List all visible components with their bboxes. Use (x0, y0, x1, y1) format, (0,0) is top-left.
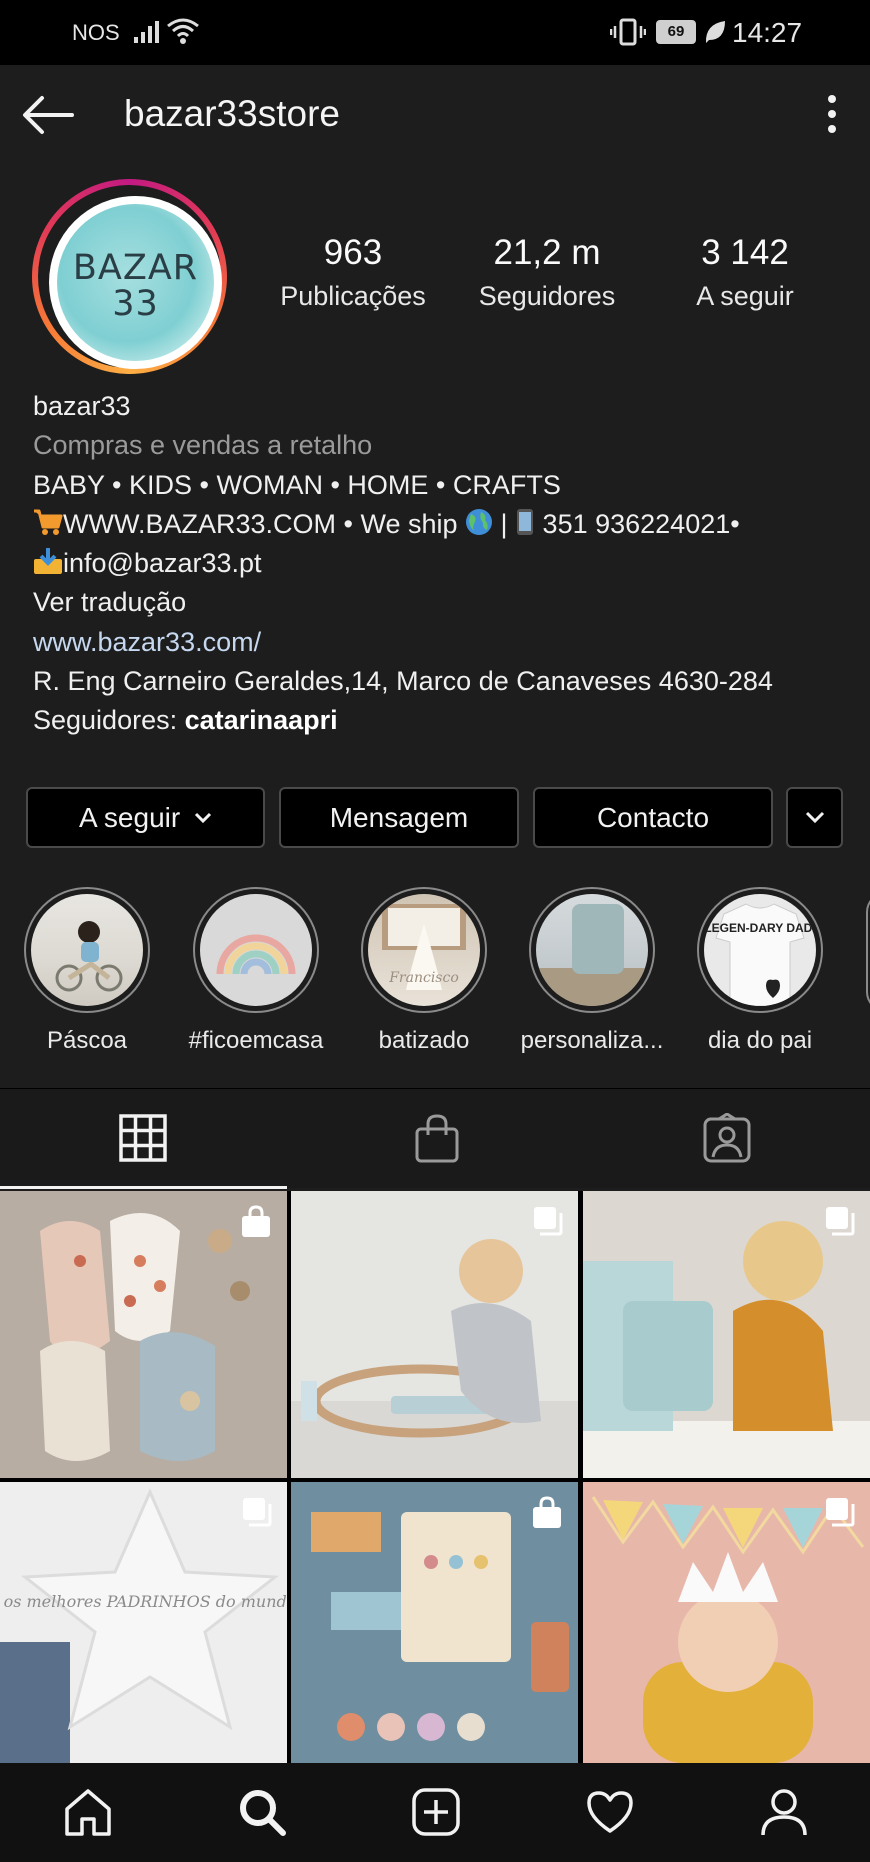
stat-posts-label: Publicações (280, 281, 426, 311)
bottom-navigation (0, 1763, 870, 1862)
stat-posts[interactable]: 963 Publicações (268, 233, 438, 312)
stat-posts-value: 963 (323, 233, 383, 272)
nav-home[interactable] (0, 1763, 174, 1862)
highlight-label: personaliza... (520, 1027, 664, 1054)
status-bar: NOS 69 14:27 (0, 0, 870, 65)
chevron-down-icon (805, 811, 824, 824)
more-vertical-icon[interactable] (822, 93, 842, 137)
back-arrow-icon[interactable] (22, 95, 74, 135)
highlight-label: batizado (378, 1027, 470, 1054)
avatar: BAZAR 33 (49, 196, 222, 369)
stat-followers[interactable]: 21,2 m Seguidores (462, 233, 632, 312)
profile-username: bazar33store (124, 93, 340, 134)
highlight-batizado[interactable]: Francisco batizado (350, 887, 498, 1055)
message-button[interactable]: Mensagem (279, 787, 519, 848)
profile-icon (761, 1789, 807, 1836)
mobile-phone-icon (517, 508, 534, 535)
post-thumbnail[interactable] (583, 1482, 870, 1769)
svg-text:os melhores PADRINHOS do mundo: os melhores PADRINHOS do mundo (4, 1592, 287, 1611)
wifi-icon (167, 18, 199, 44)
highlight-label: Páscoa (46, 1027, 128, 1054)
post-thumbnail[interactable] (0, 1191, 287, 1478)
posts-grid: os melhores PADRINHOS do mundo (0, 1191, 870, 1769)
grid-icon (119, 1114, 167, 1162)
shopping-bag-icon (242, 1205, 270, 1237)
vibrate-icon (610, 18, 646, 46)
website-link[interactable]: www.bazar33.com/ (33, 623, 863, 662)
search-icon (240, 1790, 286, 1836)
shopping-bag-icon (415, 1114, 459, 1163)
multiple-posts-icon (826, 1498, 855, 1527)
avatar-logo: BAZAR 33 (72, 248, 199, 324)
tab-shop[interactable] (290, 1089, 580, 1189)
highlight-label: #ficoemcasa (188, 1027, 324, 1054)
chevron-down-icon (194, 812, 212, 824)
highlight-thumbnail (55, 921, 123, 992)
personalized-thumbnail (536, 904, 648, 1006)
rainbow-thumbnail (216, 934, 296, 975)
bio-line-2: WWW.BAZAR33.COM • We ship | 351 93622402… (33, 505, 863, 544)
profile-bio: bazar33 Compras e vendas a retalho BABY … (33, 387, 863, 741)
profile-category: Compras e vendas a retalho (33, 430, 373, 461)
battery-indicator: 69 (656, 20, 696, 44)
post-thumbnail[interactable]: os melhores PADRINHOS do mundo (0, 1482, 287, 1769)
following-button[interactable]: A seguir (26, 787, 265, 848)
leaf-icon (705, 21, 725, 43)
profile-header: bazar33store (0, 65, 870, 165)
clock: 14:27 (732, 17, 803, 48)
nav-profile[interactable] (696, 1763, 870, 1862)
tshirt-thumbnail: LEGEN-DARY DAD. (704, 903, 816, 1006)
tagged-icon (703, 1113, 751, 1163)
shopping-cart-icon (34, 509, 63, 535)
nav-new-post[interactable] (348, 1763, 522, 1862)
inbox-tray-icon (34, 548, 62, 575)
stat-following[interactable]: 3 142 A seguir (660, 233, 830, 312)
stat-followers-label: Seguidores (478, 281, 616, 311)
shopping-bag-icon (533, 1496, 561, 1528)
avatar-story-ring[interactable]: BAZAR 33 (32, 179, 227, 374)
contact-button[interactable]: Contacto (533, 787, 773, 848)
see-translation-link[interactable]: Ver tradução (33, 583, 863, 622)
highlight-pascoa[interactable]: Páscoa (13, 887, 161, 1055)
profile-tabs (0, 1088, 870, 1189)
signal-icon (134, 21, 159, 43)
bio-line-3: info@bazar33.pt (33, 544, 863, 583)
heart-icon (587, 1791, 633, 1833)
bio-line-1: BABY • KIDS • WOMAN • HOME • CRAFTS (33, 469, 561, 500)
multiple-posts-icon (243, 1498, 272, 1527)
nav-search[interactable] (174, 1763, 348, 1862)
highlight-dia-do-pai[interactable]: LEGEN-DARY DAD. dia do pai (686, 887, 834, 1055)
address-text[interactable]: R. Eng Carneiro Geraldes,14, Marco de Ca… (33, 662, 863, 701)
highlight-ficoemcasa[interactable]: #ficoemcasa (182, 887, 330, 1055)
post-thumbnail[interactable] (291, 1191, 578, 1478)
multiple-posts-icon (826, 1207, 855, 1236)
suggested-accounts-button[interactable] (786, 787, 843, 848)
profile-name: bazar33 (33, 391, 131, 421)
post-thumbnail[interactable] (291, 1482, 578, 1769)
svg-text:Francisco: Francisco (388, 970, 459, 986)
carrier-label: NOS (72, 20, 120, 45)
highlight-label: dia do pai (707, 1027, 813, 1054)
stat-following-label: A seguir (696, 281, 794, 311)
multiple-posts-icon (534, 1207, 563, 1236)
tab-posts-grid[interactable] (0, 1089, 290, 1189)
stat-following-value: 3 142 (701, 233, 789, 272)
highlight-personalizados[interactable]: personaliza... (518, 887, 666, 1055)
tab-tagged[interactable] (580, 1089, 870, 1189)
christening-thumbnail: Francisco (382, 904, 466, 990)
globe-icon (466, 508, 493, 535)
followed-by[interactable]: Seguidores: catarinaapri (33, 701, 863, 740)
svg-text:LEGEN-DARY DAD.: LEGEN-DARY DAD. (704, 921, 815, 935)
post-thumbnail[interactable] (583, 1191, 870, 1478)
nav-activity[interactable] (522, 1763, 696, 1862)
home-icon (65, 1789, 111, 1836)
highlight-partial[interactable] (866, 892, 870, 1012)
add-post-icon (412, 1788, 460, 1836)
stat-followers-value: 21,2 m (493, 233, 601, 272)
